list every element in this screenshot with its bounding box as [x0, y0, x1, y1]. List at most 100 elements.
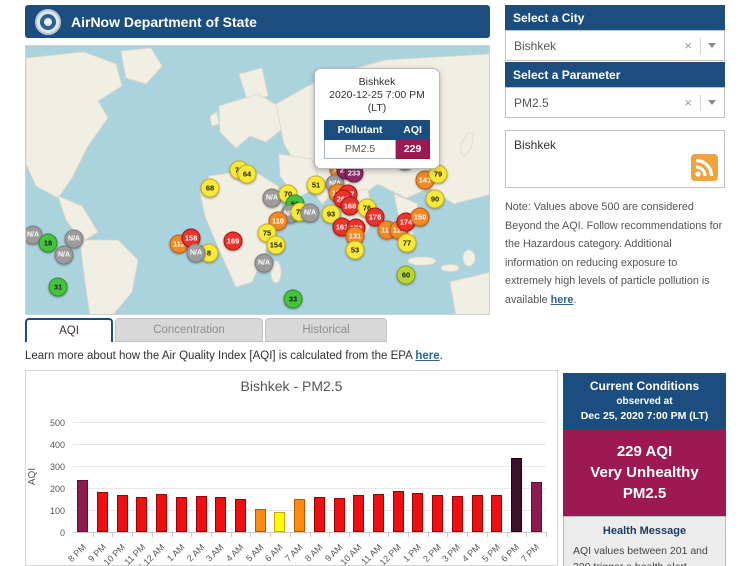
aqi-map-marker[interactable]: 60 [397, 266, 416, 285]
x-tick [428, 532, 429, 537]
current-aqi-pollutant: PM2.5 [567, 483, 722, 504]
tooltip-datetime: 2020-12-25 7:00 PM [321, 89, 433, 102]
chart-bar[interactable] [452, 496, 463, 532]
chart-bar[interactable] [274, 512, 285, 532]
tooltip-col-aqi: AQI [396, 121, 430, 140]
x-tick-label: 8 PM [66, 542, 88, 564]
chart-bar[interactable] [412, 493, 423, 532]
current-aqi-box: 229 AQI Very Unhealthy PM2.5 [563, 429, 726, 516]
chart-bar[interactable] [491, 495, 502, 532]
chart-bar[interactable] [373, 494, 384, 533]
chart-bar[interactable] [97, 492, 108, 532]
x-tick [310, 532, 311, 537]
aqi-map-marker[interactable]: 51 [307, 176, 326, 195]
tooltip-city: Bishkek [321, 76, 433, 89]
chart-bar[interactable] [176, 497, 187, 532]
clear-city-icon[interactable]: × [684, 38, 692, 53]
select-parameter-header: Select a Parameter [505, 62, 725, 87]
current-conditions-header: Current Conditions observed at Dec 25, 2… [563, 373, 726, 429]
tooltip-timezone: (LT) [321, 102, 433, 115]
learn-more-text: Learn more about how the Air Quality Ind… [25, 350, 443, 362]
parameter-select[interactable]: PM2.5 × [505, 87, 725, 118]
chart-bar[interactable] [77, 480, 88, 532]
x-tick-label: 5 AM [244, 542, 266, 564]
epa-here-link[interactable]: here [415, 350, 439, 362]
aqi-map-marker[interactable]: 33 [284, 290, 303, 309]
chart-bar[interactable] [531, 482, 542, 532]
x-tick [467, 532, 468, 537]
tooltip-pollutant-value: PM2.5 [325, 140, 396, 159]
x-tick [408, 532, 409, 537]
aqi-map-marker[interactable]: 90 [426, 190, 445, 209]
chart-bar[interactable] [314, 497, 325, 532]
city-select[interactable]: Bishkek × [505, 30, 725, 61]
tab-concentration[interactable]: Concentration [115, 318, 263, 342]
x-tick [112, 532, 113, 537]
x-tick-label: 4 AM [224, 542, 246, 564]
chart-bar[interactable] [235, 499, 246, 532]
chart-bar[interactable] [334, 498, 345, 532]
aqi-map-marker[interactable]: N/A [187, 244, 206, 263]
aqi-map-marker[interactable]: 154 [267, 236, 286, 255]
chart-bar[interactable] [432, 495, 443, 532]
chart-bar[interactable] [472, 495, 483, 532]
chart-bar[interactable] [393, 491, 404, 532]
current-conditions-panel: Current Conditions observed at Dec 25, 2… [563, 373, 726, 566]
clear-parameter-icon[interactable]: × [684, 95, 692, 110]
chevron-down-icon[interactable] [708, 100, 716, 105]
chart-bar[interactable] [353, 495, 364, 532]
chart-bar[interactable] [136, 497, 147, 532]
chart-bar[interactable] [255, 509, 266, 532]
chart-bar[interactable] [294, 499, 305, 532]
x-tick [172, 532, 173, 537]
tooltip-aqi-value: 229 [396, 140, 430, 159]
page-title: AirNow Department of State [71, 14, 257, 30]
aqi-map-marker[interactable]: 169 [224, 232, 243, 251]
aqi-map-marker[interactable]: 68 [201, 179, 220, 198]
chart-bar[interactable] [117, 495, 128, 532]
y-tick-label: 100 [35, 506, 65, 516]
x-tick-label: 12 PM [378, 542, 403, 566]
rss-icon[interactable] [691, 154, 718, 181]
x-tick [507, 532, 508, 537]
chart-bar[interactable] [215, 497, 226, 532]
x-tick [447, 532, 448, 537]
city-select-value: Bishkek [514, 39, 684, 53]
select-parameter-label: Select a Parameter [513, 68, 620, 82]
aqi-map-marker[interactable]: 150 [411, 208, 430, 227]
rss-city-label: Bishkek [514, 138, 716, 152]
chevron-down-icon[interactable] [708, 43, 716, 48]
health-message-box: Health Message AQI values between 201 an… [563, 516, 726, 566]
airnow-page: AirNow Department of State [0, 0, 740, 566]
x-tick [231, 532, 232, 537]
select-divider [700, 95, 701, 111]
world-aqi-map[interactable]: N/A18N/AN/A316876648112158N/A16933N/A705… [25, 45, 490, 315]
tab-historical[interactable]: Historical [265, 318, 387, 342]
note-text: Note: Values above 500 are considered Be… [505, 201, 722, 306]
chart-bar[interactable] [511, 458, 522, 532]
aqi-map-marker[interactable]: 31 [49, 278, 68, 297]
aqi-map-marker[interactable]: N/A [55, 246, 74, 265]
aqi-map-marker[interactable]: 53 [346, 241, 365, 260]
health-message-title: Health Message [573, 525, 716, 537]
y-gridline [73, 422, 546, 423]
current-aqi-value: 229 AQI [567, 441, 722, 462]
x-tick-label: 7 AM [283, 542, 305, 564]
aqi-map-marker[interactable]: N/A [301, 204, 320, 223]
rss-feed-box: Bishkek [505, 130, 725, 188]
note-here-link[interactable]: here [551, 294, 574, 306]
aqi-map-marker[interactable]: 64 [238, 165, 257, 184]
chart-bar[interactable] [196, 496, 207, 532]
x-tick [93, 532, 94, 537]
observed-at-label: observed at [567, 396, 722, 407]
x-tick [369, 532, 370, 537]
department-of-state-seal-icon [35, 9, 61, 35]
y-tick-label: 400 [35, 440, 65, 450]
aqi-map-marker[interactable]: N/A [255, 254, 274, 273]
tab-aqi[interactable]: AQI [25, 318, 113, 342]
chart-bar[interactable] [156, 494, 167, 532]
y-tick-label: 200 [35, 484, 65, 494]
aqi-map-marker[interactable]: 77 [398, 234, 417, 253]
y-gridline [73, 466, 546, 467]
y-tick-label: 500 [35, 418, 65, 428]
